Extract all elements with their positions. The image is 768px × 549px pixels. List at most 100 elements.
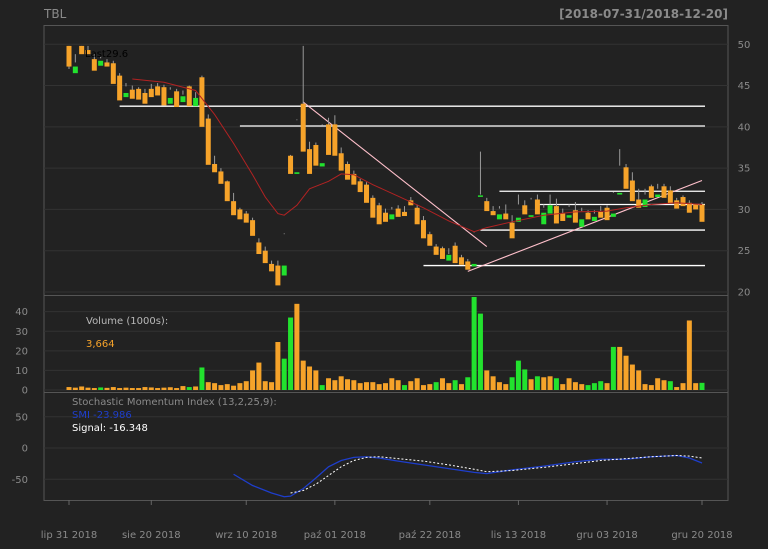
- volume-bar: [237, 383, 243, 390]
- candle-body: [66, 45, 72, 67]
- volume-bar: [205, 382, 211, 390]
- volume-bar: [269, 382, 275, 390]
- candle-body: [484, 201, 490, 212]
- volume-bar: [629, 364, 635, 390]
- candle-body: [655, 194, 661, 198]
- volume-bar: [110, 387, 116, 390]
- volume-last-value: 3,664: [86, 339, 115, 350]
- candle-body: [433, 246, 439, 255]
- candle-body: [383, 212, 388, 222]
- volume-bar: [414, 378, 420, 390]
- candle-body: [446, 254, 452, 261]
- candle-body: [262, 250, 268, 264]
- volume-tick-label: 0: [22, 386, 28, 397]
- volume-bar: [484, 370, 490, 390]
- candle-body: [439, 248, 445, 259]
- volume-tick-label: 30: [15, 327, 28, 338]
- volume-bar: [395, 380, 401, 390]
- volume-bar: [148, 387, 154, 390]
- x-tick-label: wrz 10 2018: [215, 530, 277, 541]
- candle-body: [269, 263, 275, 272]
- candle-body: [522, 205, 528, 215]
- x-tick-label: sie 20 2018: [122, 530, 181, 541]
- volume-bar: [553, 378, 559, 390]
- volume-bar: [167, 387, 173, 390]
- candle-body: [503, 213, 509, 220]
- candle-body: [313, 145, 319, 166]
- candle-body: [693, 204, 699, 210]
- candle-body: [300, 103, 306, 152]
- candle-body: [471, 263, 477, 267]
- candle-body: [401, 211, 407, 217]
- candle-body: [528, 215, 534, 217]
- candle-body: [307, 149, 313, 174]
- volume-bar: [66, 387, 72, 390]
- volume-bar: [420, 385, 426, 390]
- volume-bar: [199, 367, 205, 390]
- volume-bar: [490, 376, 496, 390]
- candle-body: [104, 62, 110, 67]
- candle-body: [674, 200, 680, 209]
- volume-tick-label: 40: [15, 307, 28, 318]
- x-tick-label: gru 20 2018: [671, 530, 732, 541]
- volume-bar: [572, 382, 578, 390]
- volume-bar: [610, 346, 616, 390]
- volume-bar: [218, 385, 224, 390]
- candle-body: [326, 124, 332, 155]
- candle-body: [610, 213, 616, 217]
- volume-bar: [319, 385, 325, 390]
- signal-value-label: Signal: -16.348: [72, 423, 148, 434]
- volume-bar: [136, 388, 142, 390]
- volume-bar: [174, 388, 180, 390]
- volume-bar: [661, 380, 667, 390]
- candle-body: [376, 205, 382, 225]
- candle-body: [496, 214, 502, 220]
- candle-body: [560, 213, 566, 221]
- candle-body: [604, 207, 610, 221]
- volume-bar: [693, 383, 699, 390]
- volume-bar: [155, 388, 161, 390]
- signal-value: -16.348: [109, 423, 148, 434]
- candle-body: [148, 88, 154, 98]
- candle-body: [180, 96, 186, 103]
- volume-bar: [636, 370, 642, 390]
- volume-bar: [357, 383, 363, 390]
- x-tick-label: lis 13 2018: [491, 530, 546, 541]
- candle-body: [136, 88, 142, 100]
- smi-value-label: SMI -23.986: [72, 410, 132, 421]
- x-tick-label: paź 22 2018: [399, 529, 461, 541]
- volume-bar: [674, 387, 680, 390]
- candle-body: [155, 86, 161, 96]
- volume-bar: [370, 382, 376, 390]
- last-price-value: 29.6: [106, 49, 128, 60]
- smi-tick-label: 50: [15, 412, 28, 423]
- candle-body: [566, 215, 572, 218]
- volume-bar: [288, 317, 294, 390]
- volume-bar: [85, 387, 91, 390]
- volume-bar: [585, 385, 591, 390]
- volume-bar: [408, 381, 414, 390]
- candle-body: [212, 164, 218, 173]
- volume-tick-label: 20: [15, 346, 28, 357]
- volume-bar: [452, 380, 458, 390]
- candle-body: [420, 220, 426, 239]
- volume-bar: [509, 377, 515, 390]
- candle-body: [389, 214, 395, 220]
- volume-bar: [439, 378, 445, 390]
- volume-bar: [294, 303, 300, 390]
- volume-bar: [338, 376, 344, 390]
- volume-bar: [281, 358, 287, 390]
- volume-bar: [680, 383, 686, 390]
- volume-bar: [401, 385, 407, 390]
- volume-bar: [300, 360, 306, 390]
- candle-body: [199, 77, 205, 127]
- volume-bar: [547, 376, 553, 390]
- volume-bar: [566, 378, 572, 390]
- candle-body: [205, 118, 211, 165]
- last-price-label-text: Last: [85, 49, 106, 60]
- volume-bar: [522, 369, 528, 390]
- volume-bar: [604, 383, 610, 390]
- volume-bar: [186, 387, 192, 390]
- smi-title: Stochastic Momentum Index (13,2,25,9):: [72, 397, 277, 408]
- price-tick-label: 30: [738, 205, 751, 216]
